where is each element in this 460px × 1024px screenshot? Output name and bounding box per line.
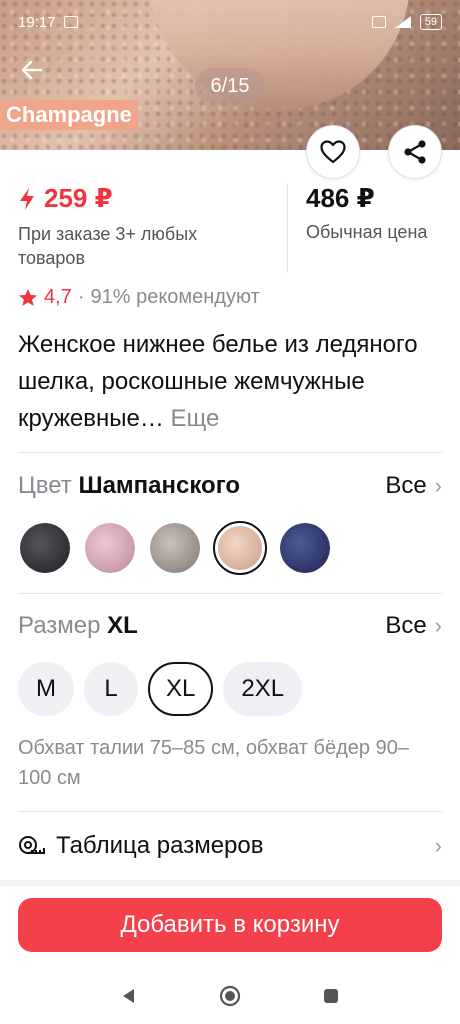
promo-price-block: 259 ₽ При заказе 3+ любых товаров bbox=[18, 183, 288, 273]
color-tag: Champagne bbox=[0, 100, 138, 130]
chevron-right-icon: › bbox=[434, 473, 442, 498]
promo-price-note: При заказе 3+ любых товаров bbox=[18, 224, 198, 268]
more-link[interactable]: Еще bbox=[171, 405, 220, 432]
product-title[interactable]: Женское нижнее белье из ледяного шелка, … bbox=[18, 326, 442, 437]
message-icon bbox=[63, 16, 78, 28]
recommend-text: 91% рекомендуют bbox=[90, 286, 260, 308]
divider bbox=[18, 452, 442, 453]
share-button[interactable] bbox=[388, 125, 442, 179]
promo-price-value: 259 ₽ bbox=[44, 183, 113, 213]
chevron-right-icon: › bbox=[434, 833, 442, 858]
rating-row[interactable]: 4,7 · 91% рекомендуют bbox=[18, 286, 260, 309]
price-block: 259 ₽ При заказе 3+ любых товаров 486 ₽ … bbox=[18, 183, 442, 273]
favorite-button[interactable] bbox=[306, 125, 360, 179]
battery-icon: 59 bbox=[419, 14, 442, 30]
color-label: Цвет bbox=[18, 472, 72, 499]
size-info: Обхват талии 75–85 см, обхват бёдер 90–1… bbox=[18, 737, 409, 789]
divider bbox=[18, 811, 442, 812]
size-label: Размер bbox=[18, 612, 101, 639]
heart-icon bbox=[320, 140, 346, 164]
size-option-l[interactable]: L bbox=[84, 662, 138, 716]
swatch-grey[interactable] bbox=[148, 521, 202, 575]
system-nav-bar bbox=[0, 968, 460, 1024]
status-time: 19:17 bbox=[18, 13, 56, 31]
promo-price: 259 ₽ bbox=[18, 183, 287, 214]
swatch-champagne[interactable] bbox=[213, 521, 267, 575]
size-options: M L XL 2XL bbox=[18, 662, 303, 716]
sim-icon bbox=[371, 16, 386, 28]
size-table-label: Таблица размеров bbox=[56, 832, 264, 859]
swatch-navy[interactable] bbox=[278, 521, 332, 575]
share-icon bbox=[404, 140, 426, 164]
swatch-black[interactable] bbox=[18, 521, 72, 575]
size-all-label: Все bbox=[385, 612, 427, 639]
product-image-gallery[interactable]: 19:17 59 6/15 Champagne bbox=[0, 0, 460, 150]
nav-back-icon[interactable] bbox=[120, 987, 138, 1005]
color-value: Шампанского bbox=[78, 472, 241, 499]
signal-icon bbox=[394, 16, 411, 28]
size-option-2xl[interactable]: 2XL bbox=[223, 662, 303, 716]
nav-home-icon[interactable] bbox=[218, 984, 242, 1008]
regular-price-note: Обычная цена bbox=[306, 222, 428, 242]
status-bar: 19:17 59 bbox=[0, 0, 460, 44]
size-all-button[interactable]: Все › bbox=[385, 612, 442, 640]
divider bbox=[18, 593, 442, 594]
lightning-icon bbox=[20, 187, 34, 210]
size-option-xl[interactable]: XL bbox=[148, 662, 214, 716]
star-icon bbox=[19, 289, 37, 306]
size-table-row[interactable]: Таблица размеров › bbox=[18, 826, 442, 866]
color-swatches bbox=[18, 521, 332, 575]
color-all-button[interactable]: Все › bbox=[385, 472, 442, 500]
section-separator bbox=[0, 880, 460, 886]
nav-recents-icon[interactable] bbox=[322, 987, 340, 1005]
image-counter: 6/15 bbox=[195, 68, 265, 104]
size-value: XL bbox=[107, 612, 138, 639]
size-option-m[interactable]: M bbox=[18, 662, 74, 716]
color-section-header: Цвет Шампанского Все › bbox=[18, 472, 442, 500]
back-button[interactable] bbox=[14, 52, 50, 88]
arrow-left-icon bbox=[21, 60, 43, 80]
regular-price: 486 ₽ bbox=[306, 183, 375, 213]
swatch-pink[interactable] bbox=[83, 521, 137, 575]
chevron-right-icon: › bbox=[434, 613, 442, 638]
separator-dot: · bbox=[77, 286, 85, 308]
regular-price-block: 486 ₽ Обычная цена bbox=[288, 183, 427, 273]
size-section-header: Размер XL Все › bbox=[18, 612, 442, 640]
rating-value: 4,7 bbox=[44, 286, 72, 308]
add-to-cart-button[interactable]: Добавить в корзину bbox=[18, 898, 442, 952]
color-all-label: Все bbox=[385, 472, 427, 499]
tape-measure-icon bbox=[19, 836, 45, 854]
